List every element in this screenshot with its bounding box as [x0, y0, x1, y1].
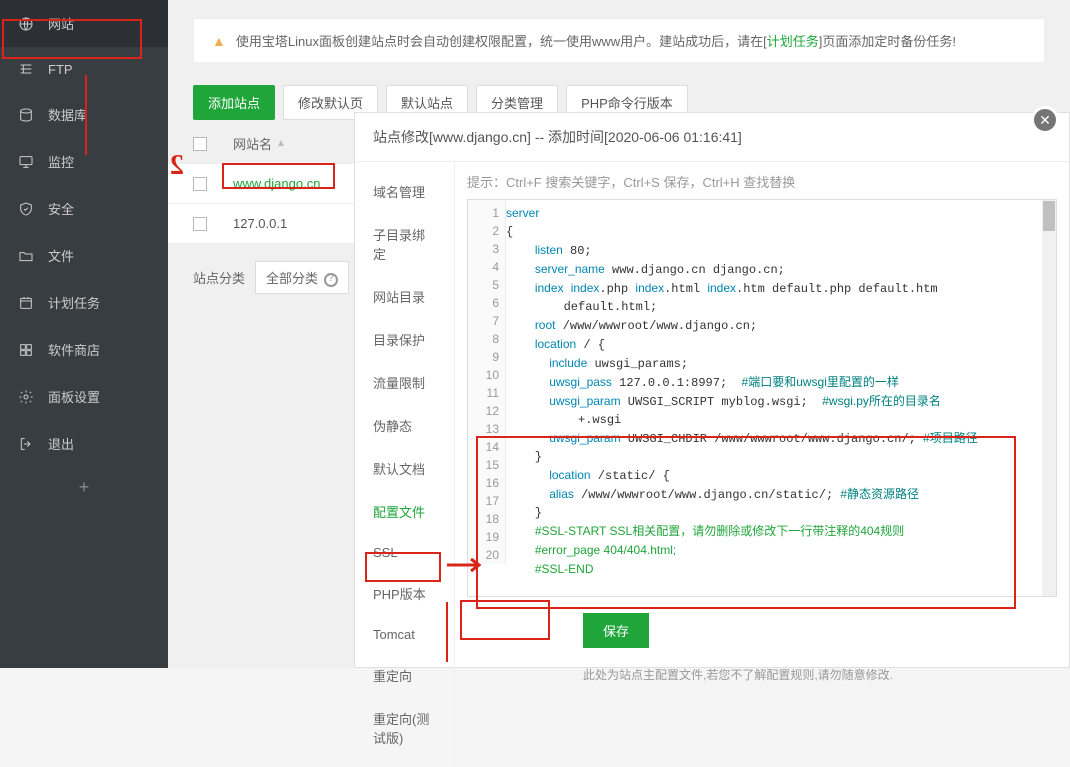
tab-redirect-beta[interactable]: 重定向(测试版) [355, 697, 454, 759]
annotation-2: 2 [170, 150, 184, 182]
sidebar-item-settings[interactable]: 面板设置 [0, 373, 168, 420]
sidebar-item-ftp[interactable]: FTP [0, 47, 168, 91]
filter-select[interactable]: 全部分类 [255, 261, 349, 294]
code-area: 提示：Ctrl+F 搜索关键字，Ctrl+S 保存，Ctrl+H 查找替换 12… [455, 162, 1069, 767]
monitor-icon [18, 154, 34, 170]
filter-label: 站点分类 [193, 268, 245, 287]
tab-limit[interactable]: 流量限制 [355, 361, 454, 404]
sidebar-item-store[interactable]: 软件商店 [0, 326, 168, 373]
modal-close-button[interactable]: ✕ [1031, 106, 1059, 134]
sidebar-item-security[interactable]: 安全 [0, 185, 168, 232]
gear-icon [18, 389, 34, 405]
scroll-thumb[interactable] [1043, 201, 1055, 231]
header-site[interactable]: 网站名 [233, 134, 272, 153]
warning-link[interactable]: 计划任务 [767, 34, 819, 49]
tab-config[interactable]: 配置文件 [355, 490, 454, 533]
add-site-button[interactable]: 添加站点 [193, 85, 275, 120]
warning-text: 使用宝塔Linux面板创建站点时会自动创建权限配置，统一使用www用户。建站成功… [236, 31, 956, 50]
sidebar-label: 安全 [48, 199, 74, 218]
sidebar-label: 软件商店 [48, 340, 100, 359]
modal-title: 站点修改[www.django.cn] -- 添加时间[2020-06-06 0… [355, 113, 1069, 162]
warning-icon: ▲ [212, 33, 226, 49]
tab-rewrite[interactable]: 伪静态 [355, 404, 454, 447]
sidebar-label: 退出 [48, 434, 74, 453]
site-link[interactable]: 127.0.0.1 [233, 216, 287, 231]
clock-icon [18, 295, 34, 311]
sort-icon[interactable]: ▲ [276, 138, 286, 149]
tab-ssl[interactable]: SSL [355, 533, 454, 572]
sidebar-label: 监控 [48, 152, 74, 171]
sidebar-label: 网站 [48, 14, 74, 33]
footer-hint: 此处为站点主配置文件,若您不了解配置规则,请勿随意修改. [467, 666, 1057, 697]
arrow-icon [445, 556, 485, 574]
sidebar-item-cron[interactable]: 计划任务 [0, 279, 168, 326]
tab-domain[interactable]: 域名管理 [355, 170, 454, 213]
row-checkbox[interactable] [193, 177, 207, 191]
sidebar-label: 计划任务 [48, 293, 100, 312]
sidebar-label: 文件 [48, 246, 74, 265]
sidebar-label: 数据库 [48, 105, 87, 124]
database-icon [18, 107, 34, 123]
editor-hint: 提示：Ctrl+F 搜索关键字，Ctrl+S 保存，Ctrl+H 查找替换 [467, 172, 1057, 191]
annotation-line [85, 75, 87, 155]
row-checkbox[interactable] [193, 217, 207, 231]
sidebar-item-logout[interactable]: 退出 [0, 420, 168, 467]
sidebar-label: FTP [48, 62, 73, 77]
save-row: 保存 [467, 597, 1057, 666]
ftp-icon [18, 61, 34, 77]
scrollbar[interactable] [1042, 200, 1056, 596]
sidebar-item-files[interactable]: 文件 [0, 232, 168, 279]
tab-php[interactable]: PHP版本 [355, 572, 454, 615]
warning-bar: ▲ 使用宝塔Linux面板创建站点时会自动创建权限配置，统一使用www用户。建站… [193, 18, 1045, 63]
logout-icon [18, 436, 34, 452]
modal-tabs: 域名管理 子目录绑定 网站目录 目录保护 流量限制 伪静态 默认文档 配置文件 … [355, 162, 455, 767]
grid-icon [18, 342, 34, 358]
modal: ✕ 站点修改[www.django.cn] -- 添加时间[2020-06-06… [354, 112, 1070, 668]
sidebar: 网站 FTP 数据库 监控 安全 文件 计划任务 软件商店 面板设置 退出 + [0, 0, 168, 668]
sidebar-item-database[interactable]: 数据库 [0, 91, 168, 138]
sidebar-add[interactable]: + [0, 467, 168, 508]
tab-protect[interactable]: 目录保护 [355, 318, 454, 361]
sidebar-item-website[interactable]: 网站 [0, 0, 168, 47]
globe-icon [18, 16, 34, 32]
site-link[interactable]: www.django.cn [233, 176, 320, 191]
sidebar-label: 面板设置 [48, 387, 100, 406]
tab-redirect[interactable]: 重定向 [355, 654, 454, 697]
sidebar-item-monitor[interactable]: 监控 [0, 138, 168, 185]
line-gutter: 1234567891011121314151617181920 [468, 200, 506, 564]
tab-tomcat[interactable]: Tomcat [355, 615, 454, 654]
shield-icon [18, 201, 34, 217]
tab-default-doc[interactable]: 默认文档 [355, 447, 454, 490]
annotation-line-4 [446, 602, 448, 662]
info-icon [324, 273, 338, 287]
tab-dir[interactable]: 网站目录 [355, 275, 454, 318]
select-all-checkbox[interactable] [193, 137, 207, 151]
code-content[interactable]: server { listen 80; server_name www.djan… [506, 204, 1042, 597]
folder-icon [18, 248, 34, 264]
save-button[interactable]: 保存 [583, 613, 649, 648]
tab-subdir[interactable]: 子目录绑定 [355, 213, 454, 275]
code-editor[interactable]: 1234567891011121314151617181920 server {… [467, 199, 1057, 597]
